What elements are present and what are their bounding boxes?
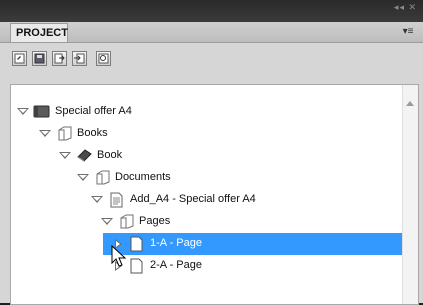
open-icon [14, 53, 25, 64]
tree-item-label: Add_A4 - Special offer A4 [130, 193, 256, 205]
window-controls[interactable]: ◂◂ ✕ [394, 2, 417, 13]
tree-item-book[interactable]: Book [11, 145, 403, 167]
tree-item-label: Book [97, 149, 123, 161]
tree-item-label: 2-A - Page [150, 259, 202, 271]
open-project-button[interactable] [12, 51, 27, 66]
folder-icon [120, 214, 134, 229]
tree-item-label: Documents [115, 171, 171, 183]
mouse-pointer-icon [111, 245, 127, 267]
tree-item-page-2a[interactable]: 2-A - Page [11, 255, 403, 277]
panel-menu-icon[interactable]: ▾≡ [401, 25, 415, 38]
tree-item-label: Pages [139, 215, 171, 227]
page-icon [130, 258, 143, 274]
expand-toggle-icon[interactable] [91, 196, 103, 203]
save-icon [34, 53, 45, 64]
expand-toggle-icon[interactable] [39, 130, 51, 137]
import-button[interactable] [72, 51, 87, 66]
book-icon [77, 149, 92, 162]
save-project-button[interactable] [32, 51, 47, 66]
expand-toggle-icon[interactable] [59, 152, 71, 159]
preview-button[interactable] [96, 51, 111, 66]
panel-tab-row: PROJECT ▾≡ [0, 22, 423, 43]
tree-scrollbar[interactable] [402, 85, 418, 304]
tree-item-label: Special offer A4 [55, 105, 132, 117]
document-book-icon [33, 105, 50, 118]
window-title-bar: ◂◂ ✕ [0, 0, 423, 22]
tab-project[interactable]: PROJECT [10, 23, 68, 42]
import-icon [74, 53, 85, 64]
tree-item-books[interactable]: Books [11, 123, 403, 145]
export-button[interactable] [52, 51, 67, 66]
folder-icon [58, 126, 72, 141]
project-toolbar [0, 43, 423, 77]
tree-item-page-1a[interactable]: 1-A - Page [103, 233, 403, 255]
expand-toggle-icon[interactable] [17, 108, 29, 115]
expand-toggle-icon[interactable] [101, 218, 113, 225]
tree-item-special-offer[interactable]: Special offer A4 [11, 101, 403, 123]
preview-icon [98, 53, 109, 64]
file-icon [110, 192, 123, 208]
export-icon [54, 53, 65, 64]
tree-item-pages[interactable]: Pages [11, 211, 403, 233]
project-panel: PROJECT ▾≡ Special offer A4 Books Book D… [0, 22, 423, 305]
page-icon [130, 236, 143, 252]
tree-item-add-a4[interactable]: Add_A4 - Special offer A4 [11, 189, 403, 211]
tree-item-documents[interactable]: Documents [11, 167, 403, 189]
tree-item-label: Books [77, 127, 108, 139]
expand-toggle-icon[interactable] [77, 174, 89, 181]
project-tree[interactable]: Special offer A4 Books Book Documents Ad… [10, 84, 419, 305]
tree-item-label: 1-A - Page [150, 237, 202, 249]
folder-icon [96, 170, 110, 185]
scroll-up-arrow-icon[interactable] [406, 101, 414, 106]
